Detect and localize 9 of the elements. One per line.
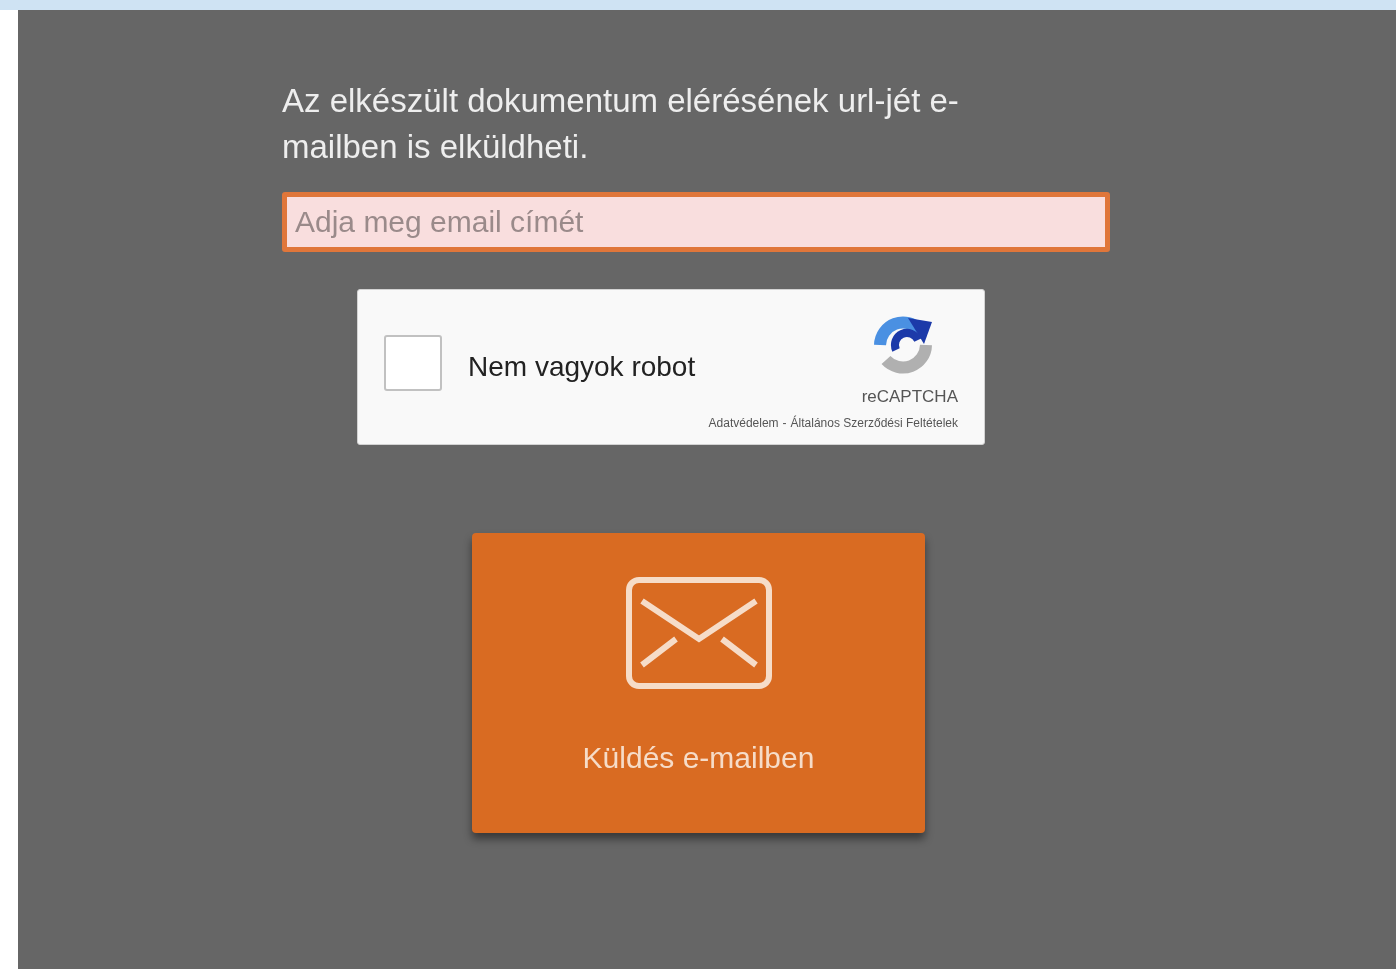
checkbox[interactable] [384, 335, 442, 391]
captcha-label: Nem vagyok robot [468, 350, 696, 384]
separator-text: - [782, 415, 787, 432]
captcha-brand: reCAPTCHA [861, 386, 958, 408]
captcha-link[interactable]: Általános Szerződési Feltételek [790, 414, 958, 432]
envelope-icon [625, 577, 772, 689]
captcha-link[interactable]: Adatvédelem [708, 414, 779, 432]
intro-text: Az elkészült dokumentum elérésének url-jét e-mailben is elküldheti. [282, 81, 960, 167]
email-field[interactable]: Adja meg email címét [282, 192, 1110, 252]
